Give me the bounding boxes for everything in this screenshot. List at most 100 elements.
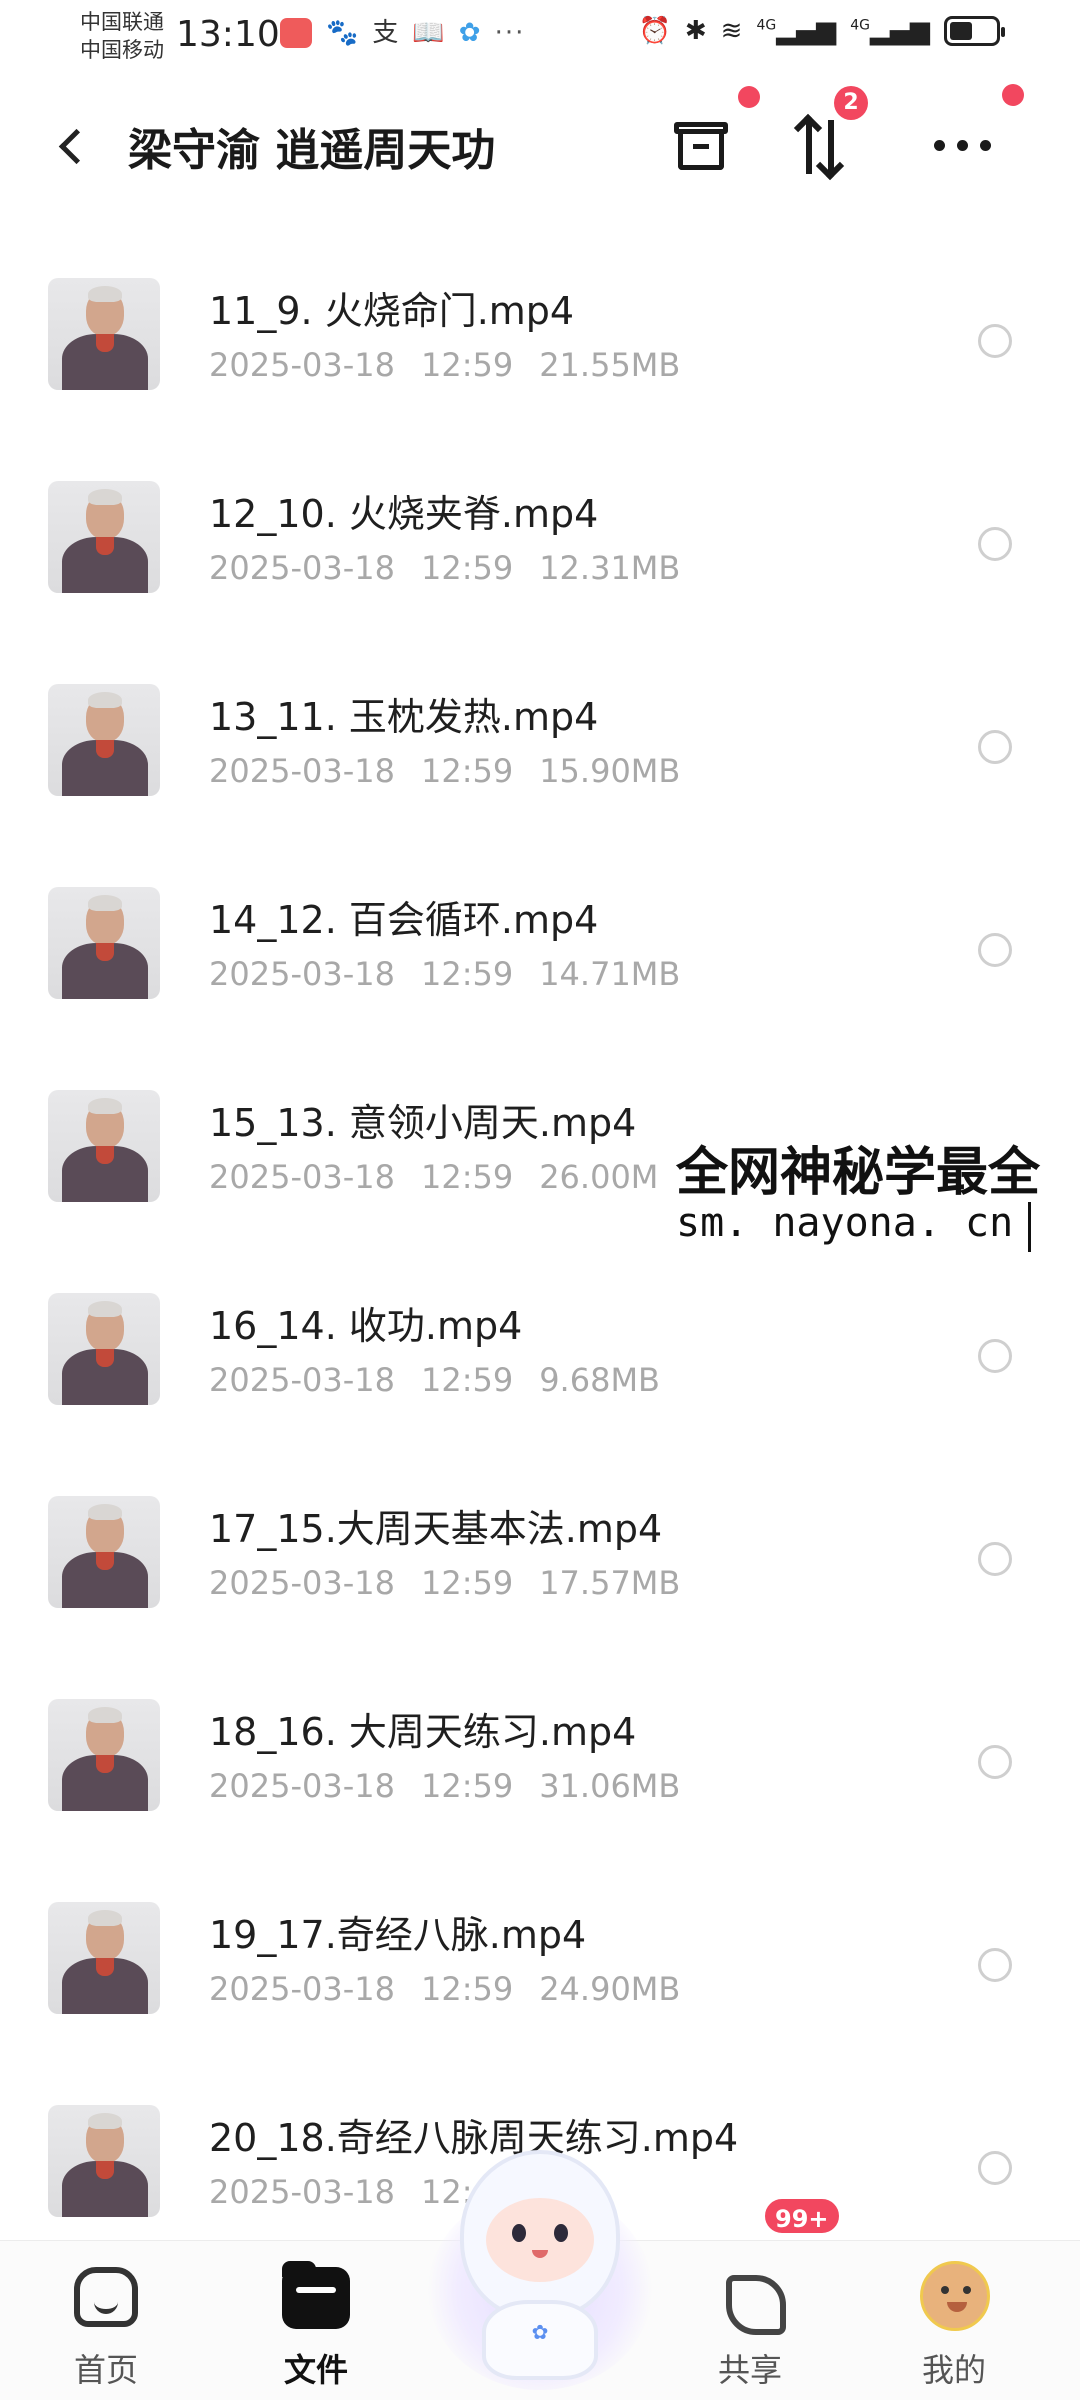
more-options-button[interactable] xyxy=(930,110,1000,180)
file-size: 12.31MB xyxy=(539,549,681,587)
file-meta: 2025-03-18 12:59 15.90MB xyxy=(209,752,706,790)
baidu-paw-icon: 🐾 xyxy=(326,18,359,48)
file-time: 12:59 xyxy=(420,955,514,993)
file-size: 15.90MB xyxy=(539,752,681,790)
file-date: 2025-03-18 xyxy=(209,1158,395,1196)
video-thumbnail xyxy=(48,887,160,999)
carrier-names: 中国联通 中国移动 xyxy=(80,8,164,64)
file-row[interactable]: 19_17.奇经八脉.mp4 2025-03-18 12:59 24.90MB xyxy=(0,1858,1080,2061)
nav-share-label: 共享 xyxy=(717,2351,782,2389)
file-time: 12:59 xyxy=(420,752,514,790)
notification-icons: 🐾 支 📖 ✿ ··· xyxy=(280,18,525,48)
back-arrow-icon[interactable] xyxy=(50,118,100,174)
paper-plane-icon xyxy=(720,2269,780,2329)
nav-files[interactable]: 文件 xyxy=(246,2241,386,2400)
file-date: 2025-03-18 xyxy=(209,1361,395,1399)
file-date: 2025-03-18 xyxy=(209,2173,395,2211)
page-title: 梁守渝 逍遥周天功 xyxy=(128,125,496,176)
file-meta: 2025-03-18 12:59 9.68MB xyxy=(209,1361,686,1399)
file-row[interactable]: 17_15.大周天基本法.mp4 2025-03-18 12:59 17.57MB xyxy=(0,1452,1080,1655)
more-dots-icon xyxy=(934,140,991,151)
wifi-icon: ≋ xyxy=(720,16,743,46)
select-radio[interactable] xyxy=(978,1542,1012,1576)
cloud-logo-icon: ✿ xyxy=(531,2320,549,2344)
file-name: 18_16. 大周天练习.mp4 xyxy=(209,1710,637,1754)
select-radio[interactable] xyxy=(978,527,1012,561)
file-name: 17_15.大周天基本法.mp4 xyxy=(209,1507,663,1551)
file-size: 31.06MB xyxy=(539,1767,681,1805)
file-name: 13_11. 玉枕发热.mp4 xyxy=(209,695,599,739)
file-time: 12:59 xyxy=(420,346,514,384)
file-name: 16_14. 收功.mp4 xyxy=(209,1304,523,1348)
file-meta: 2025-03-18 12:59 31.06MB xyxy=(209,1767,706,1805)
file-row[interactable]: 12_10. 火烧夹脊.mp4 2025-03-18 12:59 12.31MB xyxy=(0,437,1080,640)
more-notification-dot xyxy=(1002,84,1024,106)
transfer-button[interactable] xyxy=(790,110,860,180)
file-row[interactable]: 14_12. 百会循环.mp4 2025-03-18 12:59 14.71MB xyxy=(0,843,1080,1046)
file-time: 12:59 xyxy=(420,549,514,587)
assistant-mascot-button[interactable]: ✿ xyxy=(424,2150,656,2390)
select-radio[interactable] xyxy=(978,1745,1012,1779)
video-thumbnail xyxy=(48,2105,160,2217)
select-radio[interactable] xyxy=(978,2151,1012,2185)
net-type-2: 4G xyxy=(850,17,870,34)
transfer-arrows-icon xyxy=(806,120,812,174)
status-bar: 中国联通 中国移动 13:10 🐾 支 📖 ✿ ··· ⏰ ✱ ≋ 4G▂▄▆ … xyxy=(0,0,1080,72)
file-date: 2025-03-18 xyxy=(209,955,395,993)
nav-me[interactable]: 我的 xyxy=(884,2241,1024,2400)
select-radio[interactable] xyxy=(978,933,1012,967)
system-icons: ⏰ ✱ ≋ 4G▂▄▆ 4G▂▄▆ xyxy=(638,16,1005,46)
file-time: 12:59 xyxy=(420,1158,514,1196)
nav-home[interactable]: 首页 xyxy=(36,2241,176,2400)
video-thumbnail xyxy=(48,1699,160,1811)
file-date: 2025-03-18 xyxy=(209,1767,395,1805)
file-date: 2025-03-18 xyxy=(209,549,395,587)
file-time: 12:59 xyxy=(420,1767,514,1805)
file-size: 17.57MB xyxy=(539,1564,681,1602)
file-row[interactable]: 18_16. 大周天练习.mp4 2025-03-18 12:59 31.06MB xyxy=(0,1655,1080,1858)
transfer-count-badge: 2 xyxy=(834,86,868,120)
file-row[interactable]: 11_9. 火烧命门.mp4 2025-03-18 12:59 21.55MB xyxy=(0,234,1080,437)
select-radio[interactable] xyxy=(978,730,1012,764)
select-radio[interactable] xyxy=(978,324,1012,358)
video-thumbnail xyxy=(48,1902,160,2014)
video-thumbnail xyxy=(48,684,160,796)
video-thumbnail xyxy=(48,1496,160,1608)
file-date: 2025-03-18 xyxy=(209,1970,395,2008)
video-thumbnail xyxy=(48,278,160,390)
file-name: 11_9. 火烧命门.mp4 xyxy=(209,289,575,333)
select-radio[interactable] xyxy=(978,1948,1012,1982)
bluetooth-icon: ✱ xyxy=(684,16,707,46)
status-time: 13:10 xyxy=(176,14,280,55)
alipay-icon: 支 xyxy=(372,18,399,48)
file-date: 2025-03-18 xyxy=(209,1564,395,1602)
battery-icon xyxy=(944,16,1005,46)
file-name: 19_17.奇经八脉.mp4 xyxy=(209,1913,587,1957)
cloud-app-icon: ✿ xyxy=(458,18,481,48)
book-icon: 📖 xyxy=(412,18,445,48)
file-date: 2025-03-18 xyxy=(209,752,395,790)
file-row[interactable]: 16_14. 收功.mp4 2025-03-18 12:59 9.68MB xyxy=(0,1249,1080,1452)
app-notification-icon xyxy=(280,18,312,48)
alarm-icon: ⏰ xyxy=(638,16,671,46)
file-size: 9.68MB xyxy=(539,1361,660,1399)
file-name: 15_13. 意领小周天.mp4 xyxy=(209,1101,637,1145)
file-size: 14.71MB xyxy=(539,955,681,993)
signal-2-icon: 4G▂▄▆ xyxy=(850,16,930,46)
archive-button[interactable] xyxy=(668,110,738,180)
file-size: 26.00M xyxy=(539,1158,659,1196)
home-icon xyxy=(74,2267,138,2327)
archive-notification-dot xyxy=(738,86,760,108)
watermark-line-1: 全网神秘学最全 xyxy=(676,1143,1041,1203)
file-meta: 2025-03-18 12:59 14.71MB xyxy=(209,955,706,993)
file-meta: 2025-03-18 12:59 24.90MB xyxy=(209,1970,706,2008)
video-thumbnail xyxy=(48,1090,160,1202)
nav-share[interactable]: 共享 xyxy=(680,2241,820,2400)
file-row[interactable]: 13_11. 玉枕发热.mp4 2025-03-18 12:59 15.90MB xyxy=(0,640,1080,843)
avatar xyxy=(920,2261,990,2331)
video-thumbnail xyxy=(48,481,160,593)
file-meta: 2025-03-18 12:59 26.00M xyxy=(209,1158,684,1196)
file-time: 12:59 xyxy=(420,1564,514,1602)
select-radio[interactable] xyxy=(978,1339,1012,1373)
carrier-2: 中国移动 xyxy=(80,38,164,62)
